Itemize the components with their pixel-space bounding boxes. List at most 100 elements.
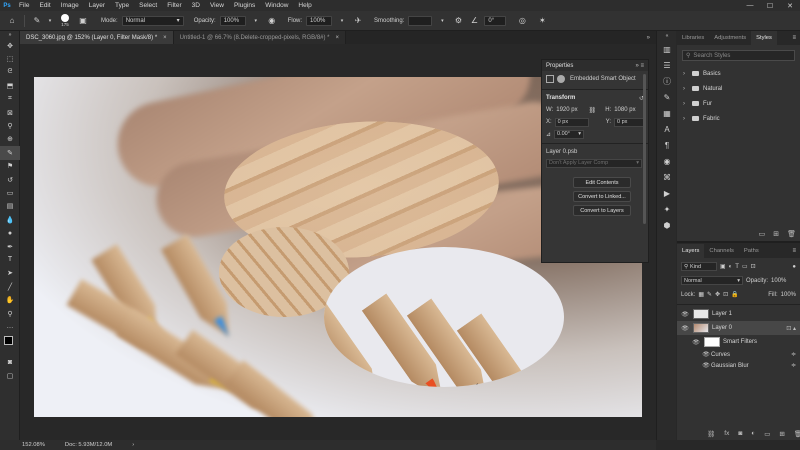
- filter-toggle-icon[interactable]: ●: [792, 264, 796, 270]
- link-icon[interactable]: ⛓: [589, 107, 597, 114]
- home-icon[interactable]: ⌂: [6, 15, 18, 27]
- brush-settings-icon[interactable]: ▣: [77, 15, 89, 27]
- layer-row-layer-1[interactable]: 👁 Layer 1: [677, 307, 800, 321]
- menu-view[interactable]: View: [205, 2, 229, 9]
- frame-tool-icon[interactable]: ⊠: [0, 106, 20, 119]
- eraser-tool-icon[interactable]: ▭: [0, 186, 20, 199]
- width-value[interactable]: 1920 px: [556, 107, 577, 113]
- type-tool-icon[interactable]: T: [0, 253, 20, 266]
- trash-icon[interactable]: 🗑: [787, 230, 796, 238]
- opacity-field[interactable]: 100%: [219, 15, 246, 26]
- tabs-overflow-icon[interactable]: »: [647, 31, 656, 44]
- path-selection-tool-icon[interactable]: ➤: [0, 267, 20, 280]
- tab-untitled-1[interactable]: Untitled-1 @ 66.7% (8.Delete-cropped-pix…: [173, 31, 347, 44]
- airbrush-icon[interactable]: ✈: [352, 15, 364, 27]
- convert-to-layers-button[interactable]: Convert to Layers: [573, 205, 631, 216]
- link-layers-icon[interactable]: ⛓: [707, 430, 715, 438]
- eye-icon[interactable]: 👁: [701, 362, 711, 369]
- menu-layer[interactable]: Layer: [84, 2, 110, 9]
- angle-field[interactable]: 0.00° ▾: [554, 129, 585, 139]
- filter-smart-object-icon[interactable]: ⊡: [751, 263, 756, 270]
- new-layer-icon[interactable]: ⊞: [779, 430, 784, 438]
- minimize-button[interactable]: —: [740, 2, 760, 10]
- menu-filter[interactable]: Filter: [162, 2, 186, 9]
- filter-blending-options-icon[interactable]: ≑: [791, 351, 796, 358]
- tab-layers[interactable]: Layers: [677, 244, 705, 258]
- tab-dsc-3060[interactable]: DSC_3060.jpg @ 152% (Layer 0, Filter Mas…: [20, 31, 174, 44]
- lock-image-icon[interactable]: ✎: [707, 291, 712, 298]
- menu-type[interactable]: Type: [110, 2, 134, 9]
- screen-mode-icon[interactable]: ▢: [0, 369, 20, 382]
- maximize-button[interactable]: ☐: [760, 2, 780, 10]
- angle-field[interactable]: 0°: [484, 15, 507, 26]
- menu-edit[interactable]: Edit: [34, 2, 55, 9]
- gear-icon[interactable]: ⚙: [452, 15, 464, 27]
- menu-file[interactable]: File: [14, 2, 34, 9]
- menu-select[interactable]: Select: [134, 2, 162, 9]
- healing-brush-tool-icon[interactable]: ⊕: [0, 133, 20, 146]
- tab-channels[interactable]: Channels: [704, 244, 739, 258]
- panel-menu-icon[interactable]: » ≡: [635, 63, 644, 69]
- style-folder-natural[interactable]: › Natural: [677, 81, 800, 96]
- blend-mode-select[interactable]: Normal ▾: [681, 276, 743, 285]
- character-panel-icon[interactable]: A: [657, 121, 677, 137]
- color-swatches[interactable]: [0, 334, 20, 356]
- filter-type-icon[interactable]: T: [735, 264, 739, 270]
- collapse-toolbar-icon[interactable]: »: [0, 31, 20, 39]
- adjustment-layer-icon[interactable]: ◐: [751, 430, 755, 438]
- edit-contents-button[interactable]: Edit Contents: [573, 177, 631, 188]
- paragraph-panel-icon[interactable]: ¶: [657, 137, 677, 153]
- eyedropper-tool-icon[interactable]: ⚲: [0, 119, 20, 132]
- filter-pixel-icon[interactable]: ▣: [720, 263, 726, 270]
- style-folder-fur[interactable]: › Fur: [677, 96, 800, 111]
- 3d-panel-icon[interactable]: ⬢: [657, 217, 677, 233]
- symmetry-icon[interactable]: ✶: [536, 15, 548, 27]
- style-folder-fabric[interactable]: › Fabric: [677, 111, 800, 126]
- x-field[interactable]: 0 px: [554, 117, 589, 127]
- zoom-tool-icon[interactable]: ⚲: [0, 307, 20, 320]
- fill-value[interactable]: 100%: [781, 292, 796, 298]
- lock-position-icon[interactable]: ✥: [715, 291, 720, 298]
- close-icon[interactable]: ×: [336, 35, 340, 41]
- brush-settings-panel-icon[interactable]: ✎: [657, 89, 677, 105]
- camera-panel-icon[interactable]: ◉: [657, 153, 677, 169]
- chevron-down-icon[interactable]: ▾: [336, 15, 348, 27]
- mode-select[interactable]: Normal ▾: [121, 15, 184, 26]
- flow-field[interactable]: 100%: [306, 15, 333, 26]
- paths-panel-icon[interactable]: ⌘: [657, 169, 677, 185]
- menu-3d[interactable]: 3D: [187, 2, 205, 9]
- quick-mask-icon[interactable]: ◙: [0, 356, 20, 369]
- blur-tool-icon[interactable]: 💧: [0, 213, 20, 226]
- swatches-panel-icon[interactable]: ▦: [657, 105, 677, 121]
- eye-icon[interactable]: 👁: [701, 351, 711, 358]
- lasso-tool-icon[interactable]: ᘓ: [0, 66, 20, 79]
- more-tools-icon[interactable]: …: [0, 320, 20, 333]
- close-icon[interactable]: ×: [163, 35, 167, 41]
- chevron-down-icon[interactable]: ▾: [250, 15, 262, 27]
- new-group-icon[interactable]: ▭: [759, 230, 766, 238]
- brush-preset-picker[interactable]: 175: [57, 14, 73, 27]
- style-folder-basics[interactable]: › Basics: [677, 66, 800, 81]
- object-selection-tool-icon[interactable]: ⬒: [0, 79, 20, 92]
- layer-row-layer-0[interactable]: 👁 Layer 0 ⊡ ▴: [677, 321, 800, 335]
- line-tool-icon[interactable]: ╱: [0, 280, 20, 293]
- filter-adjustment-icon[interactable]: ◐: [729, 264, 733, 270]
- history-brush-tool-icon[interactable]: ↺: [0, 173, 20, 186]
- hand-tool-icon[interactable]: ✋: [0, 293, 20, 306]
- menu-help[interactable]: Help: [293, 2, 316, 9]
- menu-plugins[interactable]: Plugins: [229, 2, 260, 9]
- tab-libraries[interactable]: Libraries: [677, 31, 709, 45]
- tab-paths[interactable]: Paths: [739, 244, 764, 258]
- glyphs-panel-icon[interactable]: ✦: [657, 201, 677, 217]
- height-value[interactable]: 1080 px: [614, 107, 635, 113]
- lock-transparent-icon[interactable]: ▦: [698, 291, 704, 298]
- new-group-icon[interactable]: ▭: [764, 430, 770, 438]
- new-style-icon[interactable]: ⊞: [773, 230, 779, 238]
- layer-row-curves[interactable]: 👁 Curves ≑: [677, 349, 800, 360]
- crop-tool-icon[interactable]: ⌗: [0, 93, 20, 106]
- zoom-level[interactable]: 152.08%: [22, 442, 45, 448]
- actions-panel-icon[interactable]: ▶: [657, 185, 677, 201]
- dropdown-chevron-icon[interactable]: ▾: [47, 15, 53, 27]
- eye-icon[interactable]: 👁: [680, 325, 690, 332]
- panel-menu-icon[interactable]: ≡: [792, 31, 800, 45]
